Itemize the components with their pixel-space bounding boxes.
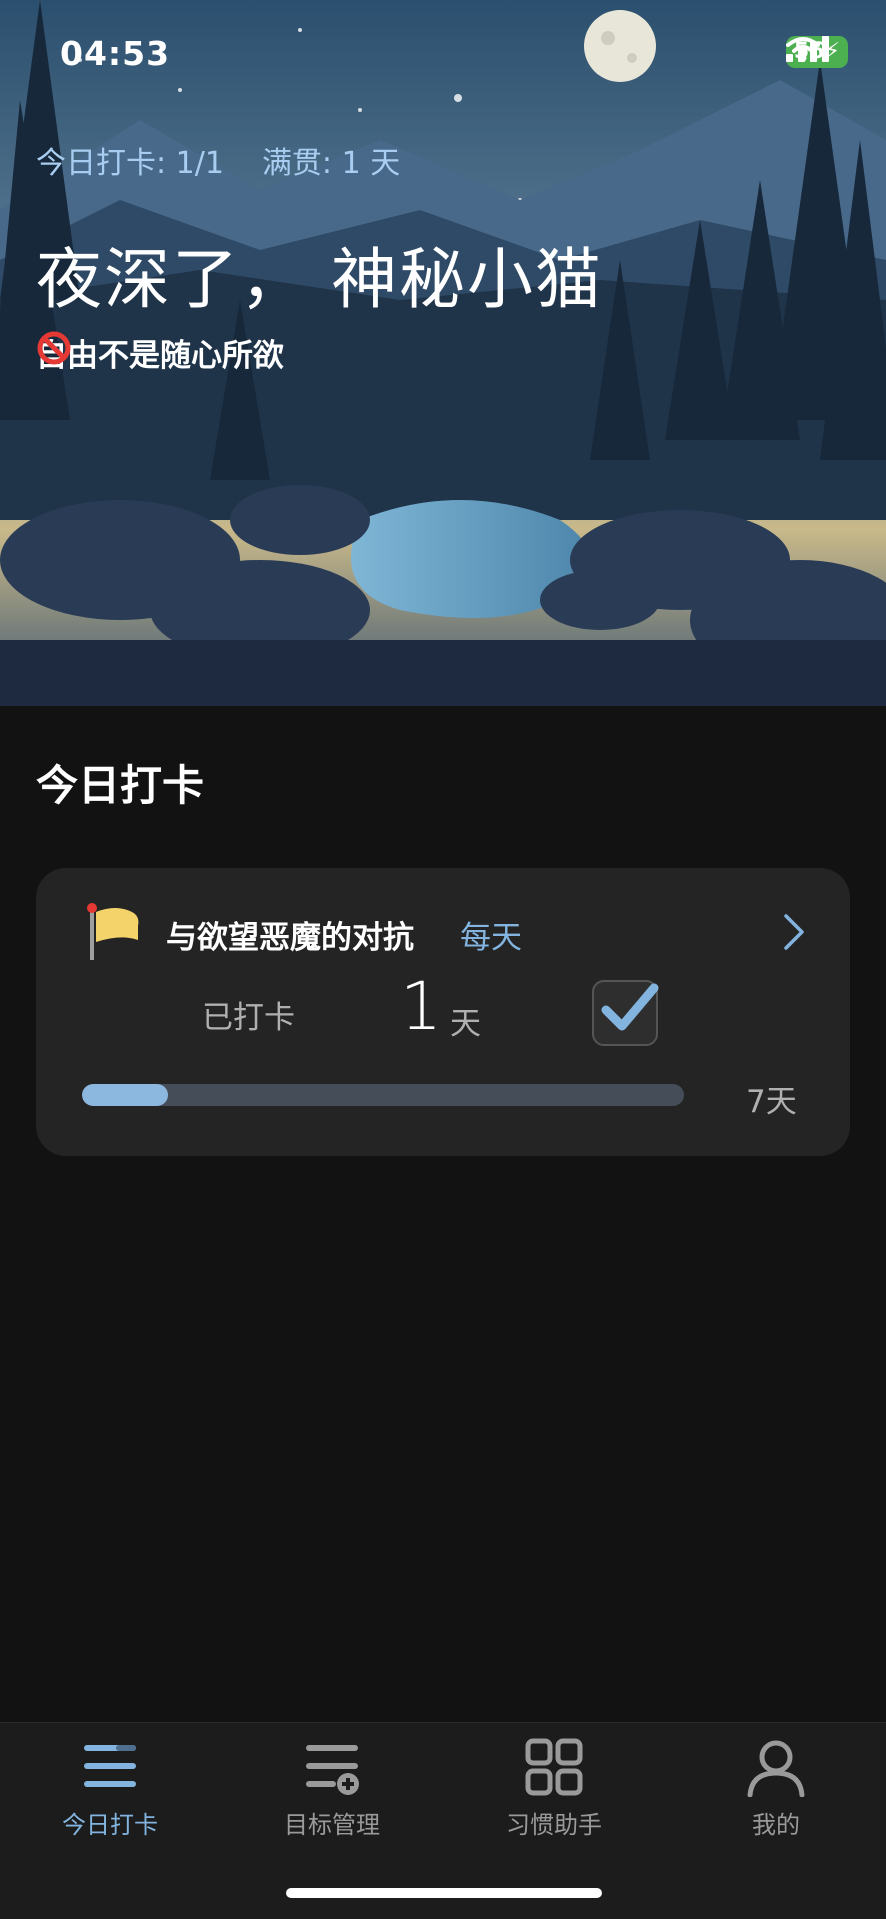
status-time: 04:53 (60, 34, 171, 73)
motto: 自由不是随心所欲 (36, 330, 284, 375)
grid-icon (525, 1738, 583, 1796)
tab-goal-management[interactable]: 目标管理 (242, 1737, 422, 1840)
tab-label: 习惯助手 (506, 1811, 602, 1839)
checkin-checkbox[interactable] (592, 980, 659, 1046)
tab-label: 我的 (752, 1811, 800, 1839)
habit-card[interactable]: 与欲望恶魔的对抗 每天 已打卡 1 天 7天 (36, 868, 850, 1156)
streak-stat: 满贯: 1 天 (261, 146, 401, 181)
habit-title: 与欲望恶魔的对抗 (166, 920, 414, 956)
list-add-icon (306, 1745, 359, 1795)
habit-frequency: 每天 (460, 920, 522, 956)
tab-label: 目标管理 (284, 1811, 380, 1839)
chevron-right-icon[interactable] (782, 912, 806, 952)
tab-label: 今日打卡 (62, 1811, 158, 1839)
home-indicator[interactable] (286, 1888, 602, 1898)
checkin-stats: 今日打卡: 1/1 满贯: 1 天 (36, 138, 400, 182)
tab-today-checkin[interactable]: 今日打卡 (20, 1737, 200, 1840)
goal-days-label: 7天 (746, 1084, 797, 1120)
flag-icon (87, 903, 139, 960)
status-icons: 56⚡ (785, 36, 848, 68)
list-icon (84, 1745, 136, 1787)
hero-banner: 04:53 56⚡ 今日打卡: 1/1 满贯: 1 天 夜深了， 神秘小猫 自由… (0, 0, 886, 706)
checked-in-unit: 天 (450, 1006, 481, 1042)
wifi-icon (785, 37, 820, 62)
prohibited-icon (37, 331, 71, 365)
person-icon (747, 1740, 805, 1797)
checkmark-icon (601, 983, 659, 1031)
habit-progress-fill (82, 1084, 169, 1106)
checked-in-count: 1 (400, 968, 442, 1045)
section-title: 今日打卡 (36, 761, 205, 810)
tab-habit-assistant[interactable]: 习惯助手 (464, 1737, 644, 1840)
habit-progress-bar (82, 1084, 684, 1106)
greeting-title: 夜深了， 神秘小猫 (36, 241, 603, 318)
motto-text: 自由不是随心所欲 (36, 338, 284, 374)
today-checkin-stat: 今日打卡: 1/1 (36, 146, 224, 181)
tab-me[interactable]: 我的 (686, 1737, 866, 1840)
checked-in-label: 已打卡 (202, 1000, 295, 1036)
